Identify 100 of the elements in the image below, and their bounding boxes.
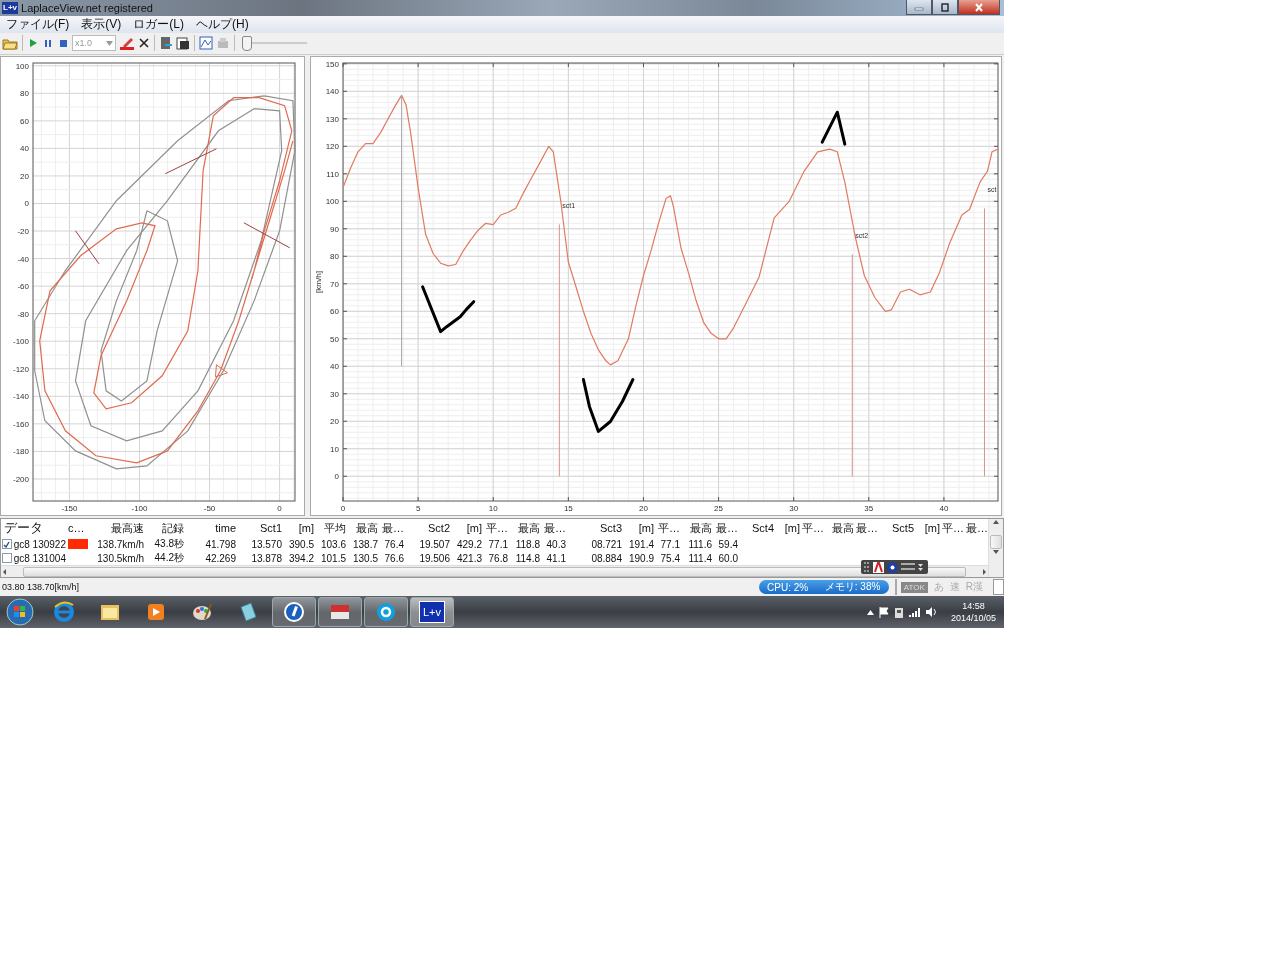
axis-tick-label: 0 bbox=[340, 504, 346, 514]
taskbar-app[interactable] bbox=[318, 597, 362, 627]
menu-item[interactable]: ファイル(F) bbox=[0, 15, 76, 33]
stop-icon[interactable] bbox=[57, 37, 69, 50]
pen-icon[interactable] bbox=[119, 36, 135, 51]
taskbar-app[interactable] bbox=[272, 597, 316, 627]
column-header[interactable]: 最… bbox=[541, 519, 567, 538]
axis-tick-label: -80 bbox=[17, 309, 29, 319]
pause-icon[interactable] bbox=[42, 37, 54, 50]
app-logo: L+v bbox=[2, 1, 18, 14]
caret-icon bbox=[106, 40, 113, 46]
clock-time: 14:58 bbox=[962, 600, 985, 612]
slider-thumb[interactable] bbox=[242, 36, 252, 52]
axis-tick-label: 50 bbox=[330, 334, 339, 344]
axis-tick-label: 80 bbox=[20, 89, 29, 99]
dropdown-icon[interactable] bbox=[901, 562, 925, 573]
axis-tick-label: -100 bbox=[131, 504, 148, 514]
table-cell-text: 40.3 bbox=[545, 537, 567, 552]
column-header[interactable]: Sct3 bbox=[567, 519, 623, 538]
menu-item[interactable]: ロガー(L) bbox=[127, 15, 190, 33]
playback-slider[interactable] bbox=[243, 36, 307, 51]
column-header[interactable]: 最… bbox=[965, 519, 988, 538]
column-header[interactable]: 最高 bbox=[347, 519, 379, 538]
row-checkbox[interactable] bbox=[2, 553, 12, 564]
axis-tick-label: -200 bbox=[13, 475, 29, 484]
play-icon[interactable] bbox=[27, 37, 39, 50]
column-header[interactable]: 最… bbox=[379, 519, 405, 538]
axis-tick-label: -160 bbox=[13, 419, 29, 429]
column-header[interactable]: Sct1 bbox=[237, 519, 283, 538]
axis-tick-label: 40 bbox=[939, 504, 949, 514]
axis-tick-label: 15 bbox=[563, 504, 573, 514]
ime-scroll-button[interactable] bbox=[993, 579, 1004, 596]
axis-tick-label: 30 bbox=[789, 504, 799, 514]
column-header[interactable]: time bbox=[185, 519, 237, 538]
horizontal-scrollbar[interactable] bbox=[1, 565, 988, 578]
table-cell-text: 77.1 bbox=[487, 537, 509, 552]
scrollbar-thumb[interactable] bbox=[990, 535, 1002, 550]
table-cell-text: 111.6 bbox=[687, 537, 713, 552]
menu-item[interactable]: 表示(V) bbox=[75, 15, 128, 33]
axis-tick-label: 10 bbox=[488, 504, 498, 514]
device-icon[interactable] bbox=[893, 606, 904, 618]
signal-icon[interactable] bbox=[908, 607, 921, 617]
table-cell-text: 130.5 bbox=[351, 551, 379, 566]
column-header[interactable]: Sct4 bbox=[739, 519, 775, 538]
menu-item[interactable]: ヘルプ(H) bbox=[190, 15, 255, 33]
column-header[interactable]: 平… bbox=[655, 519, 681, 538]
scroll-up-icon bbox=[992, 519, 1000, 526]
column-header[interactable]: 最高 bbox=[509, 519, 541, 538]
column-header[interactable]: 平… bbox=[801, 519, 825, 538]
scrollbar-thumb[interactable] bbox=[23, 567, 966, 577]
close-icon bbox=[974, 2, 984, 12]
column-header[interactable]: データ bbox=[1, 519, 67, 538]
close-button[interactable] bbox=[958, 0, 1000, 15]
vertical-scrollbar[interactable] bbox=[988, 519, 1003, 578]
column-header[interactable]: [m] bbox=[283, 519, 315, 538]
taskbar-app[interactable] bbox=[364, 597, 408, 627]
axis-tick-label: 0 bbox=[24, 199, 29, 209]
delete-icon[interactable] bbox=[138, 37, 150, 50]
line-chart-icon[interactable] bbox=[199, 36, 213, 51]
column-header[interactable]: 最高 bbox=[825, 519, 855, 538]
column-header[interactable]: c… bbox=[67, 519, 89, 538]
row-checkbox[interactable] bbox=[2, 539, 12, 550]
table-cell-text: 103.6 bbox=[319, 537, 347, 552]
maximize-button[interactable] bbox=[932, 0, 958, 15]
column-header[interactable]: 記録 bbox=[145, 519, 185, 538]
table-cell-text: 08.721 bbox=[590, 537, 623, 552]
notepad-icon bbox=[237, 601, 259, 623]
column-header[interactable]: 最高速 bbox=[89, 519, 145, 538]
column-header[interactable]: 最… bbox=[855, 519, 879, 538]
grip-icon[interactable] bbox=[864, 562, 870, 573]
axis-tick-label: 20 bbox=[20, 171, 29, 181]
minimize-button[interactable] bbox=[906, 0, 932, 15]
column-header[interactable]: [m] bbox=[915, 519, 941, 538]
table-cell-text: 114.8 bbox=[514, 551, 541, 566]
column-header[interactable]: Sct2 bbox=[405, 519, 451, 538]
table-cell-text: 429.2 bbox=[455, 537, 483, 552]
restore-icon bbox=[940, 2, 950, 12]
axis-tick-label: -150 bbox=[61, 504, 78, 514]
column-header[interactable]: 平… bbox=[941, 519, 965, 538]
open-folder-icon[interactable] bbox=[2, 36, 18, 51]
column-header[interactable]: 平均 bbox=[315, 519, 347, 538]
taskbar-app[interactable]: L+v bbox=[410, 597, 454, 627]
flag-icon[interactable] bbox=[878, 606, 889, 618]
column-header[interactable]: [m] bbox=[451, 519, 483, 538]
column-header[interactable]: Sct5 bbox=[879, 519, 915, 538]
axis-tick-label: 0 bbox=[334, 472, 339, 482]
column-header[interactable]: 最… bbox=[713, 519, 739, 538]
speaker-icon[interactable] bbox=[925, 607, 938, 617]
table-cell-text: 421.3 bbox=[455, 551, 483, 566]
axis-tick-label: -20 bbox=[17, 227, 29, 237]
column-header[interactable]: [m] bbox=[623, 519, 655, 538]
column-header[interactable]: 平… bbox=[483, 519, 509, 538]
table-cell-text: 190.9 bbox=[627, 551, 655, 566]
table-cell-text: 101.5 bbox=[319, 551, 347, 566]
column-header[interactable]: 最高 bbox=[681, 519, 713, 538]
column-header[interactable]: [m] bbox=[775, 519, 801, 538]
table-cell-text: 394.2 bbox=[287, 551, 315, 566]
table-cell-text: 41.798 bbox=[204, 537, 237, 552]
show-hidden-icon[interactable] bbox=[866, 609, 874, 615]
table-cell-text: 390.5 bbox=[287, 537, 315, 552]
